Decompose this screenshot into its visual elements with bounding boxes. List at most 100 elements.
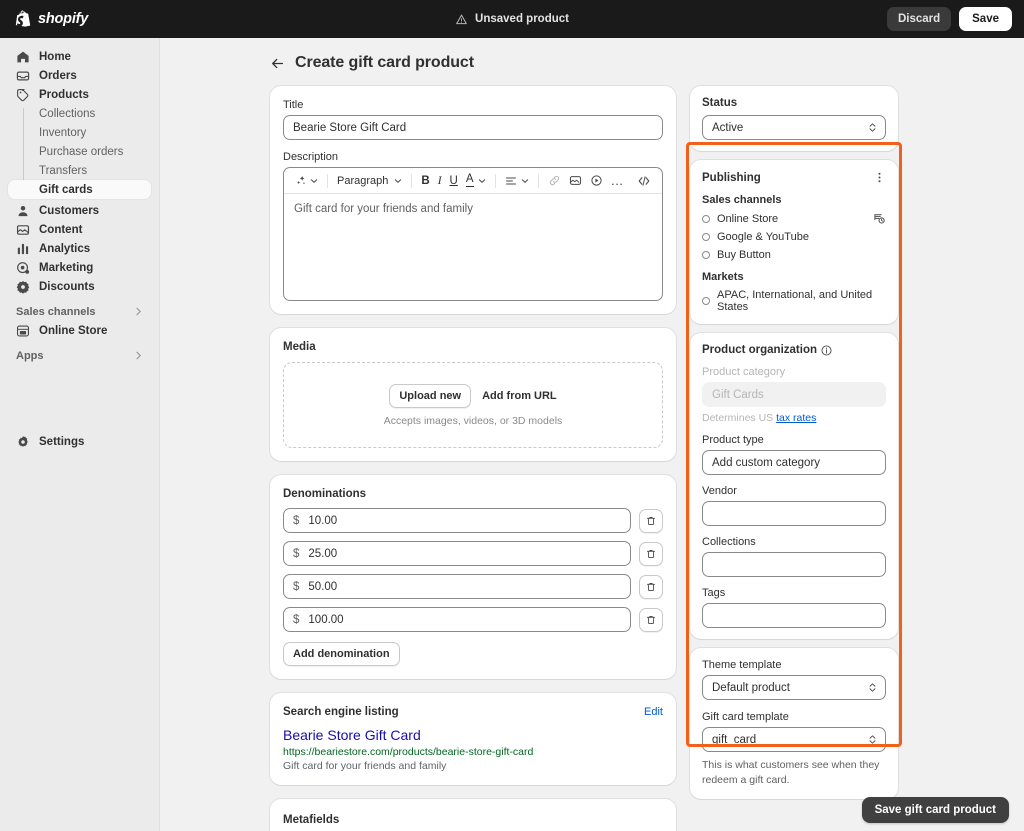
sales-channel-buy-button[interactable]: Buy Button [702,249,886,261]
denomination-value: 10.00 [308,514,338,527]
chevron-updown-icon [869,735,876,744]
back-arrow-icon[interactable] [270,56,285,71]
discard-button[interactable]: Discard [886,7,952,31]
media-dropzone[interactable]: Upload new Add from URL Accepts images, … [283,362,663,448]
sparkle-icon [297,175,306,185]
shopify-bag-icon [15,10,31,27]
more-label: … [610,172,625,188]
save-gift-card-product-button[interactable]: Save gift card product [861,797,1009,823]
sidebar-subitem-label: Purchase orders [39,145,124,158]
delete-denomination-button[interactable] [639,541,663,566]
toolbar-divider [537,173,539,188]
underline-button[interactable]: U [446,171,462,190]
theme-template-select[interactable]: Default product [702,675,886,700]
italic-label: I [437,174,442,187]
sidebar-subitem-gift-cards[interactable]: Gift cards [8,180,151,199]
save-button[interactable]: Save [959,7,1012,31]
shopify-logo[interactable]: shopify [15,10,88,28]
info-icon[interactable] [821,344,832,356]
status-card: Status Active [690,86,898,151]
seo-result-title[interactable]: Bearie Store Gift Card [283,726,663,744]
template-card: Theme template Default product Gift card… [690,648,898,800]
sales-channel-google-youtube[interactable]: Google & YouTube [702,231,886,243]
sidebar-group-sales-channels[interactable]: Sales channels [8,302,151,321]
tax-helper-prefix: Determines US [702,412,777,424]
delete-denomination-button[interactable] [639,607,663,632]
media-actions: Upload new Add from URL [389,383,557,408]
link-button[interactable] [544,171,565,190]
product-category-input: Gift Cards [702,382,886,407]
sidebar-item-discounts[interactable]: Discounts [8,277,151,296]
insert-video-button[interactable] [586,171,607,190]
schedule-clock-icon[interactable] [873,212,886,225]
italic-button[interactable]: I [434,171,446,190]
paragraph-style-label: Paragraph [337,174,389,187]
sidebar-item-content[interactable]: Content [8,220,151,239]
sidebar-item-analytics[interactable]: Analytics [8,239,151,258]
delete-denomination-button[interactable] [639,574,663,599]
add-from-url-button[interactable]: Add from URL [482,390,557,402]
sidebar-item-products[interactable]: Products [8,85,151,104]
bold-label: B [421,174,430,187]
chevron-right-icon [136,307,142,316]
denomination-input[interactable]: $ 50.00 [283,574,631,599]
sidebar-item-orders[interactable]: Orders [8,66,151,85]
gear-icon [18,435,28,447]
sidebar-subitem-collections[interactable]: Collections [8,104,151,123]
ai-magic-button[interactable] [291,171,322,190]
delete-denomination-button[interactable] [639,508,663,533]
denomination-input[interactable]: $ 25.00 [283,541,631,566]
sidebar-item-online-store[interactable]: Online Store [8,321,151,340]
radio-icon[interactable] [702,214,710,223]
status-select[interactable]: Active [702,115,886,140]
sidebar-item-label: Marketing [39,261,94,274]
more-options-icon[interactable] [873,171,886,184]
sidebar-item-settings[interactable]: Settings [8,432,151,451]
image-icon [569,176,581,185]
vendor-input[interactable] [702,501,886,526]
sidebar-subitem-transfers[interactable]: Transfers [8,161,151,180]
insert-image-button[interactable] [565,171,586,190]
tax-rates-link[interactable]: tax rates [776,412,816,424]
vendor-label: Vendor [702,485,737,497]
radio-icon[interactable] [702,251,710,259]
market-row[interactable]: APAC, International, and United States [702,289,886,313]
sidebar-group-apps[interactable]: Apps [8,346,151,365]
page-title: Create gift card product [295,54,474,71]
collections-input[interactable] [702,552,886,577]
product-type-input[interactable]: Add custom category [702,450,886,475]
more-options-button[interactable]: … [607,171,629,190]
trash-icon [646,549,656,558]
upload-new-button[interactable]: Upload new [389,383,472,408]
text-color-button[interactable]: A [462,171,490,190]
align-button[interactable] [501,171,533,190]
sales-channel-online-store[interactable]: Online Store [702,212,886,225]
html-code-button[interactable] [633,171,655,190]
gift-card-template-select[interactable]: gift_card [702,727,886,752]
sidebar: Home Orders Products Collections Invento… [0,38,160,831]
markets-label: Markets [702,271,744,283]
sidebar-group-label: Apps [16,349,44,362]
seo-edit-button[interactable]: Edit [644,706,663,718]
sidebar-item-marketing[interactable]: Marketing [8,258,151,277]
title-input[interactable]: Bearie Store Gift Card [283,115,663,140]
sidebar-subitem-inventory[interactable]: Inventory [8,123,151,142]
bold-button[interactable]: B [417,171,433,190]
sidebar-subitem-purchase-orders[interactable]: Purchase orders [8,142,151,161]
radio-icon[interactable] [702,297,710,305]
sidebar-subitem-label: Gift cards [39,183,93,196]
gift-card-template-label: Gift card template [702,711,789,723]
sidebar-item-customers[interactable]: Customers [8,201,151,220]
description-input[interactable]: Gift card for your friends and family [284,194,662,300]
product-organization-header: Product organization [702,344,886,356]
topbar-actions: Discard Save [886,7,1012,31]
paragraph-style-select[interactable]: Paragraph [333,171,406,190]
sidebar-item-home[interactable]: Home [8,47,151,66]
tags-input[interactable] [702,603,886,628]
denomination-input[interactable]: $ 10.00 [283,508,631,533]
denomination-input[interactable]: $ 100.00 [283,607,631,632]
product-category-label: Product category [702,366,786,378]
title-label: Title [283,99,304,111]
radio-icon[interactable] [702,233,710,241]
add-denomination-button[interactable]: Add denomination [283,642,400,666]
